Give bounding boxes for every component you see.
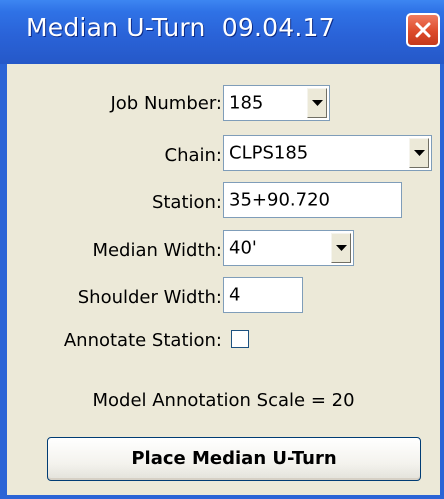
window-title: Median U-Turn 09.04.17 <box>26 13 335 42</box>
annotate-station-label: Annotate Station: <box>63 330 222 351</box>
shoulder-width-value: 4 <box>229 284 241 306</box>
chevron-down-icon <box>336 245 347 251</box>
chain-label: Chain: <box>164 145 222 166</box>
chevron-down-icon <box>312 100 323 106</box>
job-number-value: 185 <box>229 92 264 114</box>
close-button[interactable] <box>406 13 440 47</box>
median-width-dropdown-button[interactable] <box>331 233 351 263</box>
chain-dropdown-button[interactable] <box>409 138 429 168</box>
annotate-station-checkbox[interactable] <box>231 330 249 348</box>
model-annotation-scale-text: Model Annotation Scale = 20 <box>92 390 355 411</box>
job-number-dropdown-button[interactable] <box>307 88 327 118</box>
median-width-label: Median Width: <box>92 240 222 261</box>
shoulder-width-input[interactable]: 4 <box>223 277 303 313</box>
chevron-down-icon <box>414 150 425 156</box>
place-median-u-turn-button[interactable]: Place Median U-Turn <box>47 437 421 481</box>
median-width-value: 40' <box>229 237 257 259</box>
station-value: 35+90.720 <box>229 189 330 211</box>
title-bar[interactable]: Median U-Turn 09.04.17 <box>0 0 444 64</box>
close-icon <box>415 22 431 38</box>
station-label: Station: <box>151 192 222 213</box>
chain-value: CLPS185 <box>229 142 309 164</box>
median-width-dropdown[interactable]: 40' <box>223 230 354 266</box>
job-number-label: Job Number: <box>110 93 222 114</box>
shoulder-width-label: Shoulder Width: <box>77 287 222 308</box>
dialog-window: Median U-Turn 09.04.17 Job Number: 185 C… <box>0 0 444 499</box>
job-number-dropdown[interactable]: 185 <box>223 85 330 121</box>
chain-dropdown[interactable]: CLPS185 <box>223 135 432 171</box>
station-input[interactable]: 35+90.720 <box>223 182 402 218</box>
